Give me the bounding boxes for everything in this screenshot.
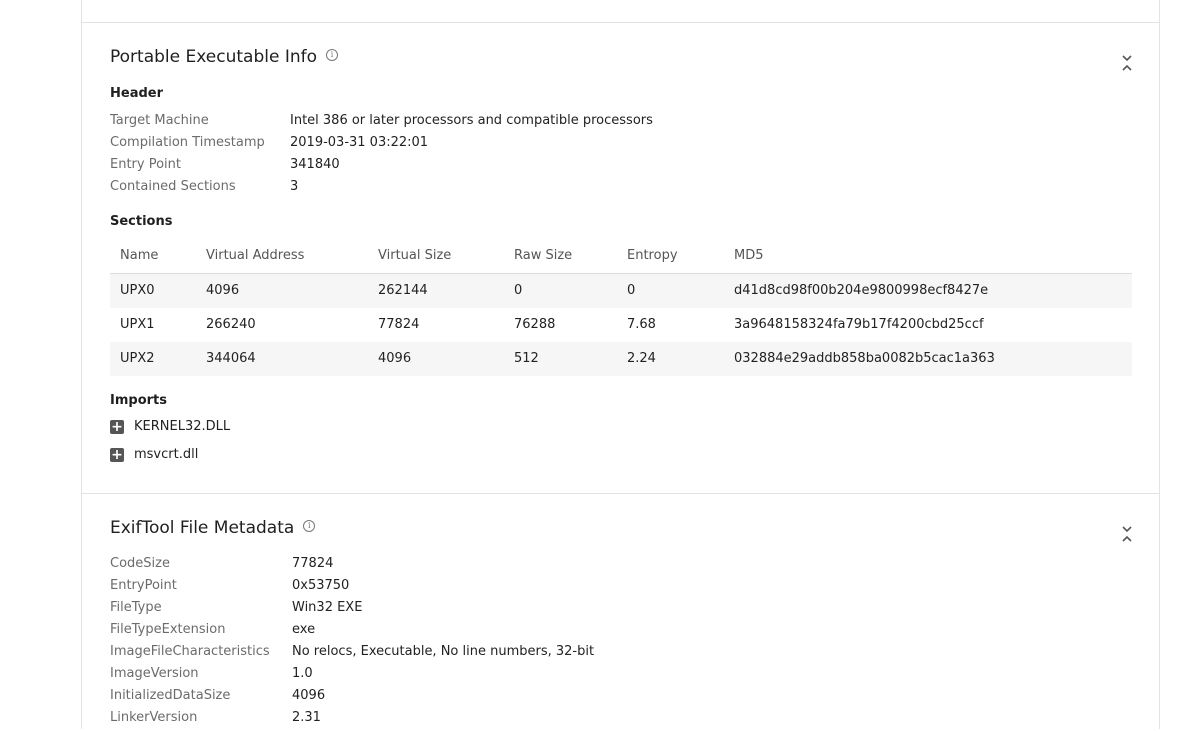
cell-virtual-size: 4096 bbox=[378, 351, 412, 366]
table-row: UPX1 266240 77824 76288 7.68 3a964815832… bbox=[110, 308, 1132, 342]
column-header-virtual-address: Virtual Address bbox=[206, 248, 305, 263]
import-item-kernel32[interactable]: + KERNEL32.DLL bbox=[110, 419, 230, 441]
cell-md5: d41d8cd98f00b204e9800998ecf8427e bbox=[734, 283, 989, 298]
previous-card bbox=[81, 0, 1160, 23]
exif-key: CodeSize bbox=[110, 556, 170, 571]
exif-value: 1.0 bbox=[292, 666, 313, 681]
plus-box-icon[interactable]: + bbox=[110, 447, 124, 462]
chevron-collapse-icon[interactable] bbox=[1121, 525, 1133, 543]
info-icon[interactable]: i bbox=[326, 49, 338, 61]
column-header-raw-size: Raw Size bbox=[514, 248, 573, 263]
exif-value: No relocs, Executable, No line numbers, … bbox=[292, 644, 595, 659]
exif-key: FileType bbox=[110, 600, 162, 615]
sections-table-header: Name Virtual Address Virtual Size Raw Si… bbox=[110, 239, 1132, 274]
cell-name: UPX0 bbox=[120, 283, 155, 298]
cell-virtual-address: 344064 bbox=[206, 351, 256, 366]
import-label[interactable]: KERNEL32.DLL bbox=[134, 419, 230, 434]
header-value: Intel 386 or later processors and compat… bbox=[290, 113, 653, 128]
cell-entropy: 0 bbox=[627, 283, 636, 298]
cell-virtual-address: 4096 bbox=[206, 283, 240, 298]
header-key: Target Machine bbox=[110, 113, 209, 128]
plus-box-icon[interactable]: + bbox=[110, 419, 124, 434]
header-key: Contained Sections bbox=[110, 179, 236, 194]
column-header-md5: MD5 bbox=[734, 248, 764, 263]
sections-heading: Sections bbox=[110, 214, 173, 229]
pe-info-title-text: Portable Executable Info bbox=[110, 47, 317, 67]
cell-name: UPX1 bbox=[120, 317, 155, 332]
column-header-entropy: Entropy bbox=[627, 248, 678, 263]
exif-key: FileTypeExtension bbox=[110, 622, 226, 637]
exif-key: ImageVersion bbox=[110, 666, 199, 681]
info-icon[interactable]: i bbox=[303, 520, 316, 532]
exif-value: 77824 bbox=[292, 556, 334, 571]
exif-value: 2.31 bbox=[292, 710, 321, 725]
exif-key: ImageFileCharacteristics bbox=[110, 644, 270, 659]
import-item-msvcrt[interactable]: + msvcrt.dll bbox=[110, 447, 198, 469]
cell-md5: 032884e29addb858ba0082b5cac1a363 bbox=[734, 351, 995, 366]
pe-info-card: Portable Executable Info i Header Target … bbox=[81, 23, 1160, 494]
cell-raw-size: 76288 bbox=[514, 317, 556, 332]
cell-raw-size: 0 bbox=[514, 283, 523, 298]
column-header-name: Name bbox=[120, 248, 159, 263]
exif-value: 0x53750 bbox=[292, 578, 350, 593]
header-value: 2019-03-31 03:22:01 bbox=[290, 135, 429, 150]
import-label[interactable]: msvcrt.dll bbox=[134, 447, 198, 462]
table-row: UPX0 4096 262144 0 0 d41d8cd98f00b204e98… bbox=[110, 274, 1132, 308]
exif-title-text: ExifTool File Metadata bbox=[110, 518, 295, 538]
cell-md5: 3a9648158324fa79b17f4200cbd25ccf bbox=[734, 317, 984, 332]
table-row: UPX2 344064 4096 512 2.24 032884e29addb8… bbox=[110, 342, 1132, 376]
cell-virtual-size: 77824 bbox=[378, 317, 420, 332]
header-key: Entry Point bbox=[110, 157, 181, 172]
exif-card: ExifTool File Metadata i CodeSize 77824 E… bbox=[81, 494, 1160, 729]
imports-heading: Imports bbox=[110, 393, 167, 408]
cell-name: UPX2 bbox=[120, 351, 155, 366]
header-heading: Header bbox=[110, 86, 164, 101]
header-value: 341840 bbox=[290, 157, 340, 172]
exif-value: Win32 EXE bbox=[292, 600, 363, 615]
pe-info-title: Portable Executable Info i bbox=[110, 47, 338, 67]
column-header-virtual-size: Virtual Size bbox=[378, 248, 452, 263]
header-value: 3 bbox=[290, 179, 299, 194]
exif-key: InitializedDataSize bbox=[110, 688, 231, 703]
exif-title: ExifTool File Metadata i bbox=[110, 518, 316, 538]
cell-virtual-size: 262144 bbox=[378, 283, 428, 298]
cell-entropy: 2.24 bbox=[627, 351, 656, 366]
exif-key: EntryPoint bbox=[110, 578, 177, 593]
exif-key: LinkerVersion bbox=[110, 710, 198, 725]
cell-raw-size: 512 bbox=[514, 351, 539, 366]
cell-virtual-address: 266240 bbox=[206, 317, 256, 332]
cell-entropy: 7.68 bbox=[627, 317, 656, 332]
exif-value: 4096 bbox=[292, 688, 326, 703]
exif-value: exe bbox=[292, 622, 316, 637]
header-key: Compilation Timestamp bbox=[110, 135, 265, 150]
chevron-collapse-icon[interactable] bbox=[1121, 54, 1133, 72]
